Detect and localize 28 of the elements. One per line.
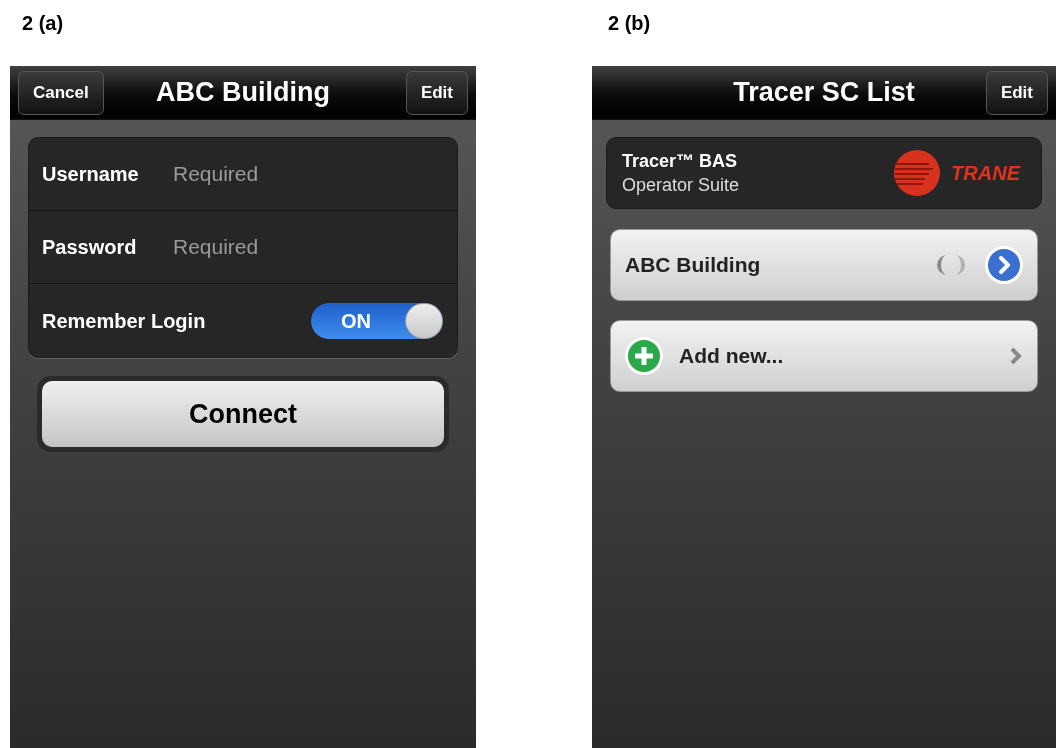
nav-button[interactable]: Edit (985, 70, 1048, 115)
toggle-switch[interactable]: ON (310, 301, 444, 340)
logo-text: TRANE (951, 161, 1020, 186)
site-row[interactable]: ABC Building (610, 229, 1038, 301)
product-subtitle: Operator Suite (622, 174, 741, 197)
connect-button[interactable]: Connect (42, 381, 444, 447)
input-field[interactable]: Required (173, 158, 444, 190)
site-name: ABC Building (625, 252, 762, 279)
figure-label: 2 (a) (22, 12, 64, 34)
field-label: Password (42, 235, 138, 260)
screen-title: Tracer SC List (733, 76, 915, 110)
disclosure-icon[interactable] (985, 246, 1023, 284)
screen-title: ABC Building (156, 76, 330, 110)
figure-label: 2 (b) (608, 12, 651, 34)
loading-icon (935, 253, 967, 277)
field-label: Remember Login (42, 308, 207, 334)
input-field[interactable]: Required (173, 231, 444, 263)
product-title: Tracer™ BAS (622, 150, 739, 173)
chevron-icon (1009, 346, 1023, 366)
plus-icon (625, 337, 663, 375)
field-label: Username (42, 162, 140, 187)
logo-icon (893, 149, 942, 197)
add-label: Add new... (679, 343, 785, 370)
add-row[interactable]: Add new... (610, 320, 1038, 392)
nav-button[interactable]: Cancel (18, 70, 104, 115)
toggle-text: ON (341, 308, 371, 334)
toggle-thumb[interactable] (405, 302, 443, 339)
nav-button[interactable]: Edit (405, 70, 468, 115)
